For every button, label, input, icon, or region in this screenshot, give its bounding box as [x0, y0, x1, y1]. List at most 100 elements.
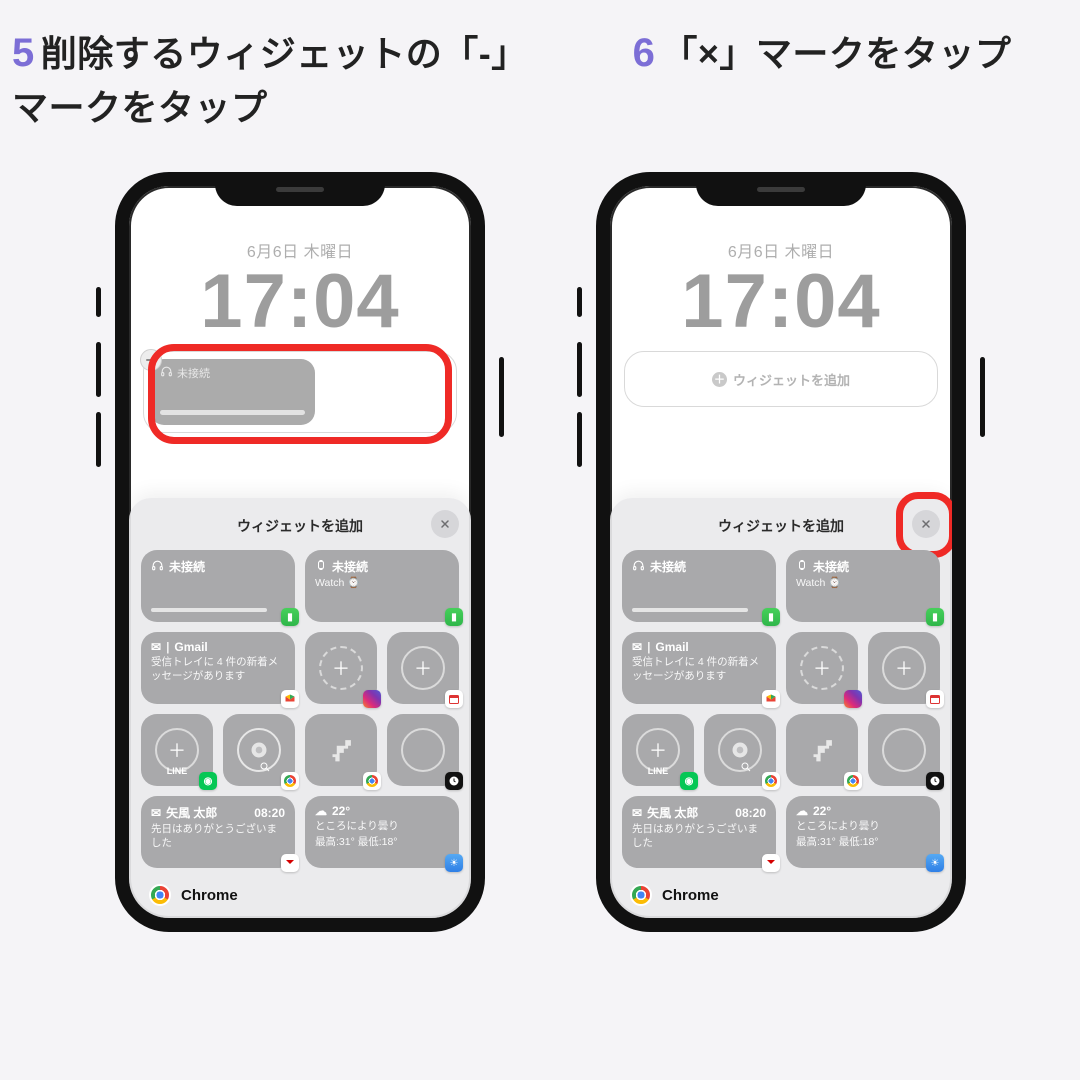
battery-icon: ▮ — [926, 608, 944, 626]
mute-switch — [577, 287, 582, 317]
sheet-title: ウィジェットを追加 — [237, 516, 363, 536]
widget-option-line[interactable]: ＋ LINE ◉ — [141, 714, 213, 786]
chrome-icon — [281, 772, 299, 790]
headphones-icon — [160, 365, 173, 381]
widget-title: Gmail — [174, 640, 207, 654]
widget-option-gmail[interactable]: ✉|Gmail 受信トレイに 4 件の新着メッセージがあります — [622, 632, 776, 704]
sheet-close-button[interactable] — [431, 510, 459, 538]
widget-option-weather[interactable]: ☁ 22° ところにより曇り 最高:31° 最低:18° ☀ — [305, 796, 459, 868]
widget-subtitle: Watch — [315, 577, 344, 589]
step-text: 「×」マークをタップ — [661, 33, 1011, 74]
step-number: 5 — [12, 31, 35, 75]
mail-icon: ✉ — [151, 806, 161, 820]
widget-option-calendar[interactable]: ＋ — [387, 632, 459, 704]
search-icon — [740, 760, 752, 778]
placed-widget-airpods[interactable]: 未接続 — [150, 359, 315, 425]
gmail-icon: ✉ — [632, 640, 642, 654]
lockscreen-time: 17:04 — [610, 258, 952, 345]
dino-icon — [805, 733, 839, 767]
widget-picker-sheet: ウィジェットを追加 未接続 ▮ — [129, 498, 471, 918]
watch-icon — [796, 559, 808, 574]
widget-title: Gmail — [655, 640, 688, 654]
weather-temp: 22° — [813, 804, 831, 818]
widget-option-airpods[interactable]: 未接続 ▮ — [141, 550, 295, 622]
add-widget-label: ウィジェットを追加 — [733, 370, 850, 389]
widget-title: 未接続 — [332, 558, 368, 575]
widget-option-clock[interactable] — [868, 714, 940, 786]
weather-icon: ☀ — [926, 854, 944, 872]
sheet-header: ウィジェットを追加 — [622, 508, 940, 544]
remove-widget-minus-button[interactable] — [140, 349, 162, 371]
widget-option-line[interactable]: ＋LINE◉ — [622, 714, 694, 786]
lockscreen-time: 17:04 — [129, 258, 471, 345]
battery-icon: ▮ — [445, 608, 463, 626]
mail-body: 先日はありがとうございました — [151, 823, 285, 850]
chrome-icon — [762, 772, 780, 790]
widget-slot-area[interactable]: 未接続 — [143, 351, 457, 433]
widget-option-watch[interactable]: 未接続 Watch ⌚ ▮ — [305, 550, 459, 622]
widget-option-ymail[interactable]: ✉ 矢風 太郎 08:20 先日はありがとうございました — [622, 796, 776, 868]
weather-temp: 22° — [332, 804, 350, 818]
sheet-header: ウィジェットを追加 — [141, 508, 459, 544]
volume-down-button — [96, 412, 101, 467]
siri-suggestion[interactable]: Chrome — [149, 884, 238, 906]
headphones-icon — [151, 559, 164, 575]
widget-option-gmail[interactable]: ✉ | Gmail 受信トレイに 4 件の新着メッセージがあります — [141, 632, 295, 704]
weather-icon: ☀ — [445, 854, 463, 872]
widget-option-instagram[interactable]: ＋ — [786, 632, 858, 704]
widget-subtitle: 受信トレイに 4 件の新着メッセージがあります — [632, 656, 766, 683]
suggestion-label: Chrome — [181, 887, 238, 904]
widget-option-calendar[interactable]: ＋ — [868, 632, 940, 704]
phone-screen: 6月6日 木曜日 17:04 未接続 ウィジェットを追加 — [115, 172, 485, 932]
notch — [215, 172, 385, 206]
widget-option-watch[interactable]: 未接続 Watch ⌚ ▮ — [786, 550, 940, 622]
suggestion-label: Chrome — [662, 887, 719, 904]
instruction-step-5: 5削除するウィジェットの「-」マークをタップ — [12, 24, 542, 134]
widget-option-weather[interactable]: ☁22° ところにより曇り 最高:31° 最低:18° ☀ — [786, 796, 940, 868]
ymail-icon — [281, 854, 299, 872]
instruction-step-6: 6「×」マークをタップ — [572, 24, 1072, 82]
instagram-icon — [363, 690, 381, 708]
widget-option-chrome-dino[interactable] — [786, 714, 858, 786]
chrome-icon — [844, 772, 862, 790]
close-icon — [920, 518, 932, 530]
mail-time: 08:20 — [735, 806, 766, 820]
chrome-icon — [730, 740, 750, 760]
battery-icon: ▮ — [281, 608, 299, 626]
chrome-icon — [149, 884, 171, 906]
widget-option-ymail[interactable]: ✉ 矢風 太郎 08:20 先日はありがとうございました — [141, 796, 295, 868]
search-icon — [259, 760, 271, 778]
widget-slot-area-empty[interactable]: ＋ ウィジェットを追加 — [624, 351, 938, 407]
widget-option-chrome-search[interactable] — [223, 714, 295, 786]
weather-desc: ところにより曇り — [796, 820, 930, 834]
widget-option-airpods[interactable]: 未接続 ▮ — [622, 550, 776, 622]
widget-option-chrome-dino[interactable] — [305, 714, 377, 786]
mail-time: 08:20 — [254, 806, 285, 820]
battery-bar — [160, 410, 305, 415]
plus-icon: ＋ — [712, 372, 727, 387]
gmail-icon: ✉ — [151, 640, 161, 654]
siri-suggestion[interactable]: Chrome — [630, 884, 719, 906]
widget-picker-sheet: ウィジェットを追加 未接続 ▮ — [610, 498, 952, 918]
phone-mock-right: 6月6日 木曜日 17:04 ＋ ウィジェットを追加 ウィジェットを追加 — [596, 172, 966, 932]
sheet-close-button[interactable] — [912, 510, 940, 538]
widget-option-clock[interactable] — [387, 714, 459, 786]
calendar-icon — [926, 690, 944, 708]
widget-option-instagram[interactable]: ＋ — [305, 632, 377, 704]
widget-option-chrome-search[interactable] — [704, 714, 776, 786]
gmail-icon — [762, 690, 780, 708]
side-button — [499, 357, 504, 437]
mute-switch — [96, 287, 101, 317]
mail-icon: ✉ — [632, 806, 642, 820]
mail-from: 矢風 太郎 — [647, 804, 698, 821]
mail-body: 先日はありがとうございました — [632, 823, 766, 850]
add-widget-button[interactable]: ＋ ウィジェットを追加 — [631, 370, 931, 389]
notch — [696, 172, 866, 206]
step-text: 削除するウィジェットの「-」マークをタップ — [12, 33, 528, 128]
widget-title: 未接続 — [169, 558, 205, 575]
widget-grid: 未接続 ▮ 未接続 Watch ⌚ ▮ — [141, 550, 459, 868]
gmail-icon — [281, 690, 299, 708]
chrome-icon — [249, 740, 269, 760]
weather-range: 最高:31° 最低:18° — [315, 836, 449, 850]
volume-up-button — [96, 342, 101, 397]
